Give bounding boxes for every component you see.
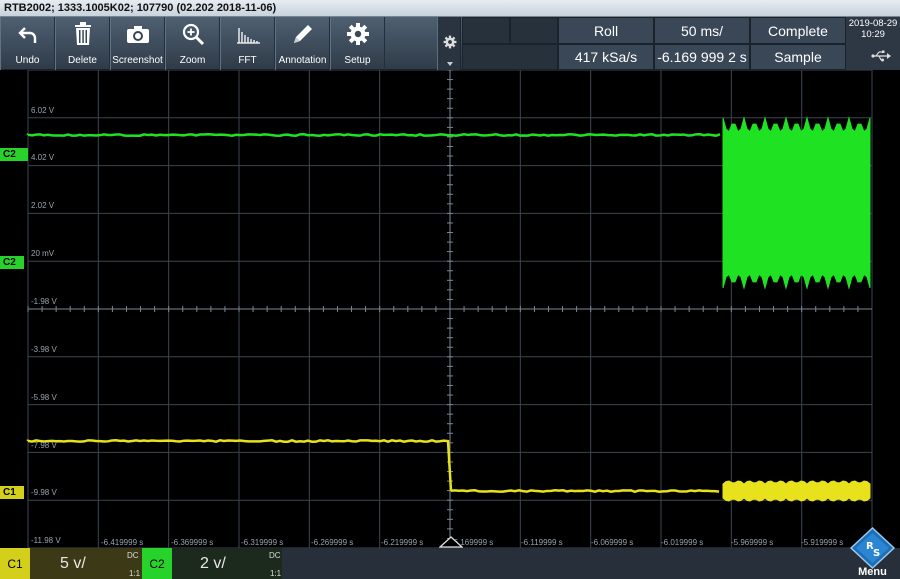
x-axis-label: -6.069999 s: [591, 538, 633, 547]
c1-tag[interactable]: C1: [0, 548, 30, 579]
annotation-label: Annotation: [276, 55, 329, 66]
status-empty-2: [510, 17, 558, 44]
camera-icon: [111, 21, 164, 47]
y-axis-label: 20 mV: [31, 249, 54, 258]
svg-text:S: S: [873, 548, 880, 559]
c1-probe: 1:1: [129, 569, 140, 578]
position-panel[interactable]: -6.169 999 2 s: [654, 44, 750, 70]
trash-icon: [56, 21, 109, 47]
y-axis-label: -11.98 V: [31, 536, 61, 545]
c2-ground-marker[interactable]: C2: [0, 256, 24, 269]
y-axis-label: 4.02 V: [31, 153, 54, 162]
y-axis-label: -3.98 V: [31, 345, 57, 354]
x-axis-label: -6.319999 s: [241, 538, 283, 547]
trigger-position-marker[interactable]: [439, 536, 463, 548]
rs-logo-icon: R S: [845, 526, 900, 570]
ch2-burst: [723, 118, 870, 288]
c2-scale[interactable]: 2 v/: [172, 548, 282, 579]
y-axis-label: 6.02 V: [31, 106, 54, 115]
x-axis-label: -6.119999 s: [521, 538, 563, 547]
x-axis-label: -6.269999 s: [311, 538, 353, 547]
fft-icon: [221, 21, 274, 47]
x-axis-label: -5.919999 s: [801, 538, 843, 547]
y-axis-label: -5.98 V: [31, 393, 57, 402]
c2-tag[interactable]: C2: [142, 548, 172, 579]
status-empty-3: [462, 44, 558, 70]
zoom-label: Zoom: [166, 55, 219, 66]
x-axis-label: -5.969999 s: [731, 538, 773, 547]
annotation-button[interactable]: Annotation: [275, 17, 330, 70]
chevron-down-icon: [447, 62, 453, 66]
ch2-trace: [28, 134, 720, 135]
menu-button[interactable]: R S Menu: [845, 526, 900, 579]
status-empty-1: [462, 17, 510, 44]
ch1-trace: [28, 440, 719, 491]
c1-ground-marker[interactable]: C1: [0, 486, 24, 499]
menu-label: Menu: [845, 566, 900, 578]
undo-icon: [1, 21, 54, 47]
waveform-display[interactable]: [0, 70, 900, 548]
window-title: RTB2002; 1333.1005K02; 107790 (02.202 20…: [0, 0, 900, 17]
acq-mode-panel[interactable]: Sample: [750, 44, 846, 70]
x-axis-label: -6.019999 s: [661, 538, 703, 547]
undo-button[interactable]: Undo: [0, 17, 55, 70]
time-text: 10:29: [846, 29, 900, 40]
fft-label: FFT: [221, 55, 274, 66]
c2-marker-label: C2: [3, 149, 16, 160]
ch1-burst: [723, 481, 870, 501]
datetime-display: 2019-08-29 10:29: [846, 17, 900, 70]
screenshot-label: Screenshot: [111, 55, 164, 66]
quick-settings-button[interactable]: [437, 17, 461, 70]
c1-scale[interactable]: 5 v/: [30, 548, 142, 579]
screenshot-button[interactable]: Screenshot: [110, 17, 165, 70]
x-axis-label: -6.369999 s: [171, 538, 213, 547]
setup-label: Setup: [331, 55, 384, 66]
c2-marker-label: C2: [3, 257, 16, 268]
timebase-panel[interactable]: 50 ms/: [654, 17, 750, 44]
fft-button[interactable]: FFT: [220, 17, 275, 70]
c1-marker-label: C1: [3, 487, 16, 498]
date-text: 2019-08-29: [846, 18, 900, 29]
zoom-icon: [166, 21, 219, 47]
undo-label: Undo: [1, 55, 54, 66]
c2-coupling: DC: [269, 551, 281, 560]
gear-icon: [443, 35, 457, 49]
c1-coupling: DC: [127, 551, 139, 560]
delete-button[interactable]: Delete: [55, 17, 110, 70]
zoom-button[interactable]: Zoom: [165, 17, 220, 70]
setup-button[interactable]: Setup: [330, 17, 385, 70]
x-axis-label: -6.219999 s: [381, 538, 423, 547]
y-axis-label: -9.98 V: [31, 488, 57, 497]
usb-icon: [871, 50, 891, 62]
gear-icon: [331, 21, 384, 47]
y-axis-label: -1.98 V: [31, 297, 57, 306]
sample-rate-panel[interactable]: 417 kSa/s: [558, 44, 654, 70]
c2-probe: 1:1: [270, 569, 281, 578]
c2-offset-marker[interactable]: C2: [0, 148, 28, 161]
mode-panel[interactable]: Roll: [558, 17, 654, 44]
y-axis-label: 2.02 V: [31, 201, 54, 210]
y-axis-label: -7.98 V: [31, 441, 57, 450]
pencil-icon: [276, 21, 329, 47]
acq-state-panel[interactable]: Complete: [750, 17, 846, 44]
x-axis-label: -6.419999 s: [101, 538, 143, 547]
delete-label: Delete: [56, 55, 109, 66]
